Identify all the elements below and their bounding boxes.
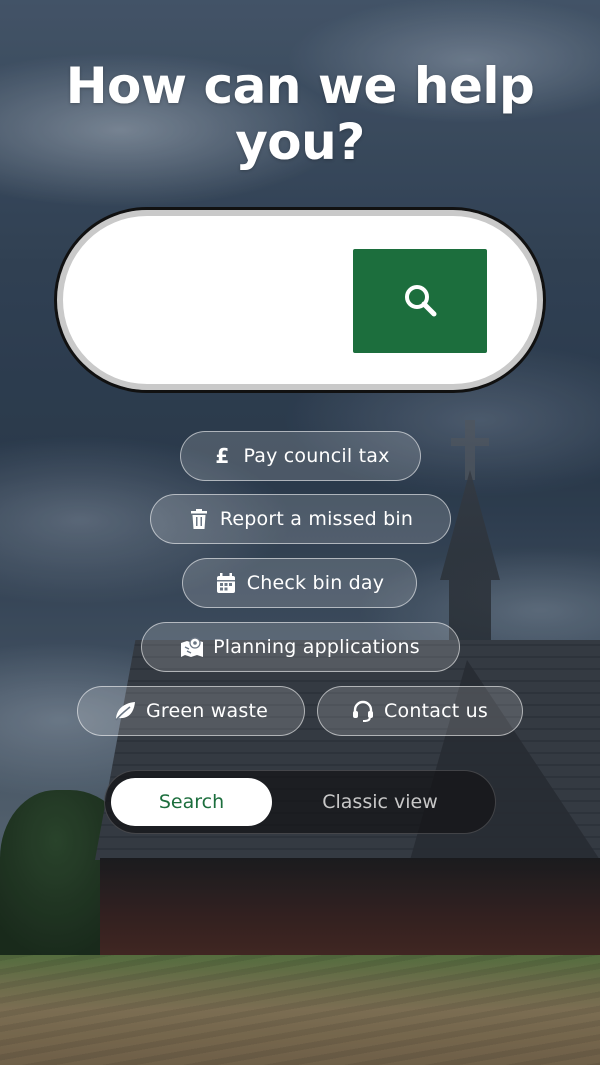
leaf-icon xyxy=(114,701,136,721)
green-waste-label: Green waste xyxy=(146,700,268,722)
pay-council-tax-button[interactable]: £ Pay council tax xyxy=(180,431,421,481)
classic-view-tab[interactable]: Classic view xyxy=(295,778,465,826)
search-button[interactable] xyxy=(353,249,487,353)
search-bar xyxy=(54,207,546,393)
report-missed-bin-label: Report a missed bin xyxy=(219,508,414,530)
page-title: How can we help you? xyxy=(65,57,535,171)
green-waste-button[interactable]: Green waste xyxy=(77,686,305,736)
contact-us-label: Contact us xyxy=(384,700,488,722)
trash-icon xyxy=(188,509,210,529)
planning-applications-button[interactable]: Planning applications xyxy=(141,622,460,672)
map-pin-icon xyxy=(181,637,204,657)
contact-us-button[interactable]: Contact us xyxy=(317,686,523,736)
planning-applications-label: Planning applications xyxy=(213,636,420,658)
pound-icon: £ xyxy=(215,444,230,468)
check-bin-day-label: Check bin day xyxy=(246,572,385,594)
report-missed-bin-button[interactable]: Report a missed bin xyxy=(150,494,451,544)
search-view-tab[interactable]: Search xyxy=(111,778,272,826)
search-input[interactable] xyxy=(95,250,349,352)
search-icon xyxy=(403,283,437,320)
pay-council-tax-label: Pay council tax xyxy=(243,445,390,467)
check-bin-day-button[interactable]: Check bin day xyxy=(182,558,417,608)
calendar-icon xyxy=(215,573,237,593)
hero-section: How can we help you? £ Pay council tax R… xyxy=(0,0,600,1065)
headset-icon xyxy=(352,700,374,722)
view-toggle: Search Classic view xyxy=(104,770,496,834)
